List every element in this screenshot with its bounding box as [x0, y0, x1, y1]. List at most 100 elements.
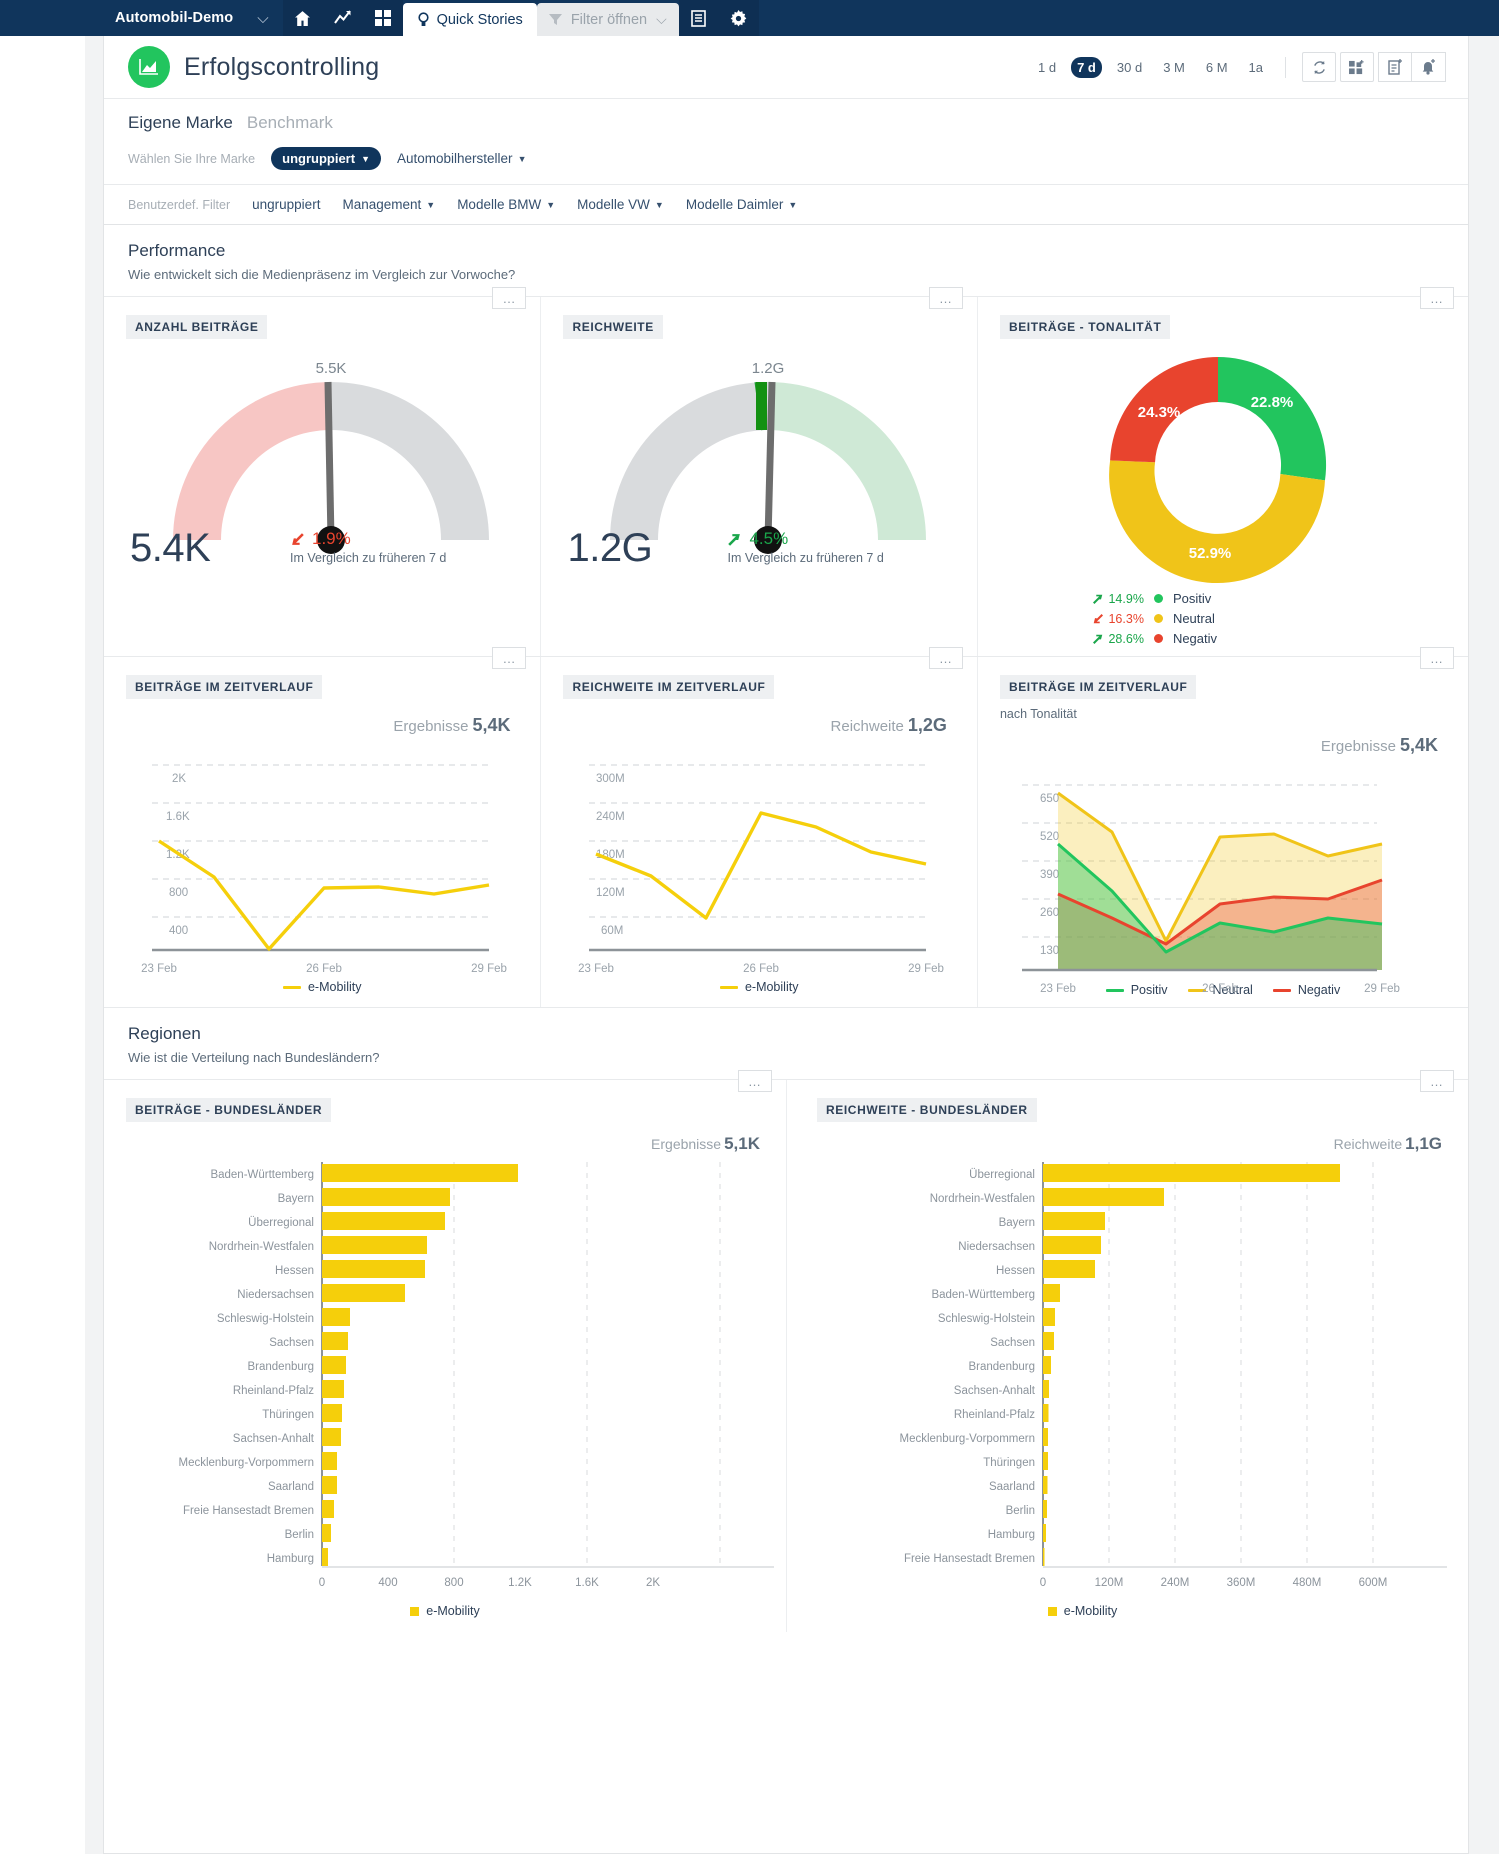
bar-label-berlin: Berlin — [1006, 1505, 1035, 1517]
custom-filter-modelle-vw[interactable]: Modelle VW ▼ — [577, 197, 664, 212]
dashboard-header: Erfolgscontrolling 1 d 7 d 30 d 3 M 6 M … — [104, 36, 1468, 99]
refresh-button[interactable] — [1302, 52, 1336, 82]
xtick-0: 0 — [1040, 1577, 1046, 1589]
legend-name-positiv[interactable]: Positiv — [1173, 591, 1211, 606]
widget-beitraege-tonalitaet-zeitverlauf: … BEITRÄGE IM ZEITVERLAUF nach Tonalität… — [976, 647, 1468, 1007]
xtick-23-feb: 23 Feb — [141, 963, 177, 975]
widget-menu-dots[interactable]: … — [1419, 287, 1454, 309]
range-1a[interactable]: 1a — [1243, 57, 1269, 78]
time-range-selector[interactable]: 1 d 7 d 30 d 3 M 6 M 1a — [1032, 56, 1286, 78]
widget-beitraege-bundeslaender: … BEITRÄGE - BUNDESLÄNDER Ergebnisse 5,1K… — [104, 1070, 786, 1632]
brand-filter-row: Wählen Sie Ihre Marke ungruppiert ▼ Auto… — [104, 133, 1468, 185]
group-pill-ungruppiert[interactable]: ungruppiert ▼ — [271, 147, 381, 170]
ytick-520: 520 — [1040, 831, 1059, 843]
bar-label-sachsen: Sachsen — [990, 1337, 1035, 1349]
legend-label-e-mobility: e-Mobility — [426, 1604, 480, 1618]
gauge-reichweite: 1.2G 1.2G 4.5% Im Vergleich zu früheren … — [541, 345, 976, 595]
page-background: Erfolgscontrolling 1 d 7 d 30 d 3 M 6 M … — [85, 36, 1499, 1854]
widget-menu-dots[interactable]: … — [928, 647, 963, 669]
bar-label-baden-wuerttemberg: Baden-Württemberg — [210, 1169, 314, 1181]
add-widget-button[interactable] — [1340, 52, 1374, 82]
widget-reichweite-bundeslaender: … REICHWEITE - BUNDESLÄNDER Reichweite 1,… — [786, 1070, 1468, 1632]
dashboard-sheet: Erfolgscontrolling 1 d 7 d 30 d 3 M 6 M … — [103, 36, 1469, 1854]
bar-series-e-mobility — [322, 1164, 518, 1566]
bar-label-nordrhein-westfalen: Nordrhein-Westfalen — [930, 1193, 1035, 1205]
results-label-tonality-time: Ergebnisse 5,4K — [1321, 735, 1438, 756]
widget-menu-dots[interactable]: … — [1419, 647, 1454, 669]
bar-label-sachsen-anhalt: Sachsen-Anhalt — [233, 1433, 315, 1445]
trend-chart-icon[interactable] — [323, 0, 363, 36]
regions-row: … BEITRÄGE - BUNDESLÄNDER Ergebnisse 5,1K… — [104, 1070, 1468, 1632]
new-report-button[interactable] — [1378, 52, 1412, 82]
chevron-down-icon: ▼ — [517, 153, 527, 164]
bar-label-brandenburg: Brandenburg — [248, 1361, 315, 1373]
legend-delta-negativ: 28.6% — [1108, 631, 1144, 646]
legend-row-negativ: 28.6% Negativ — [1086, 631, 1468, 646]
app-title: Automobil-Demo — [115, 10, 234, 26]
xtick-26-feb: 26 Feb — [306, 963, 342, 975]
xtick-360m: 360M — [1227, 1577, 1256, 1589]
results-label-reach-bars: Reichweite 1,1G — [787, 1134, 1468, 1154]
legend-item-e-mobility[interactable]: e-Mobility — [1047, 1604, 1117, 1618]
widget-title-tonalitaet: BEITRÄGE - TONALITÄT — [999, 315, 1171, 339]
alert-button[interactable] — [1412, 52, 1446, 82]
bar-label-thueringen: Thüringen — [983, 1457, 1035, 1469]
bar-label-sachsen-anhalt: Sachsen-Anhalt — [954, 1385, 1036, 1397]
custom-filter-management[interactable]: Management ▼ — [342, 197, 435, 212]
bar-chart-reichweite-bundeslaender: Überregional Nordrhein-Westfalen Bayern … — [899, 1162, 1447, 1589]
widget-menu-dots[interactable]: … — [1420, 1070, 1454, 1092]
xtick-29-feb: 29 Feb — [909, 963, 945, 975]
results-text: Reichweite — [1333, 1136, 1403, 1152]
bar-label-thueringen: Thüringen — [262, 1409, 314, 1421]
arrow-down-right-icon — [292, 532, 304, 545]
document-icon[interactable] — [679, 0, 719, 36]
legend-item-e-mobility[interactable]: e-Mobility — [410, 1604, 480, 1618]
home-icon[interactable] — [283, 0, 323, 36]
widget-menu-dots[interactable]: … — [738, 1070, 772, 1092]
settings-gear-icon[interactable] — [719, 0, 759, 36]
custom-filter-row: Benutzerdef. Filter ungruppiert Manageme… — [104, 185, 1468, 225]
filter-open-control[interactable]: Filter öffnen ⌵ — [536, 3, 679, 36]
bar-label-schleswig-holstein: Schleswig-Holstein — [217, 1313, 314, 1325]
widget-title-reichweite-zeitverlauf: REICHWEITE IM ZEITVERLAUF — [563, 675, 775, 699]
range-3m[interactable]: 3 M — [1157, 57, 1191, 78]
filter-chevron-down-icon[interactable]: ⌵ — [656, 11, 667, 28]
range-6m[interactable]: 6 M — [1200, 57, 1234, 78]
xtick-600m: 600M — [1359, 1577, 1388, 1589]
tab-quick-stories[interactable]: Quick Stories — [402, 3, 537, 36]
tab-benchmark[interactable]: Benchmark — [247, 113, 333, 133]
results-text: Ergebnisse — [651, 1136, 722, 1152]
custom-filter-modelle-daimler-label: Modelle Daimler — [685, 197, 784, 212]
legend-name-negativ[interactable]: Negativ — [1173, 631, 1217, 646]
funnel-icon — [548, 14, 562, 25]
app-switcher-chevron-icon[interactable]: ⌵ — [243, 0, 282, 36]
legend-dot-negativ — [1153, 634, 1163, 643]
ytick-650: 650 — [1040, 793, 1059, 805]
bar-label-hamburg: Hamburg — [988, 1529, 1035, 1541]
results-label-posts-time: Ergebnisse 5,4K — [393, 715, 510, 736]
widget-menu-dots[interactable]: … — [492, 287, 527, 309]
dropdown-automobilhersteller[interactable]: Automobilhersteller ▼ — [397, 151, 526, 166]
bar-label-freie-hansestadt-bremen: Freie Hansestadt Bremen — [904, 1553, 1035, 1565]
widget-title-beitraege-zeitverlauf: BEITRÄGE IM ZEITVERLAUF — [126, 675, 323, 699]
widget-title-anzahl-beitraege: ANZAHL BEITRÄGE — [126, 315, 268, 339]
bar-label-niedersachsen: Niedersachsen — [958, 1241, 1035, 1253]
range-7d[interactable]: 7 d — [1071, 56, 1102, 78]
widget-menu-dots[interactable]: … — [492, 647, 527, 669]
custom-filter-ungruppiert-label: ungruppiert — [252, 197, 321, 212]
widget-menu-dots[interactable]: … — [928, 287, 963, 309]
xtick-29-feb: 29 Feb — [471, 963, 507, 975]
custom-filter-modelle-daimler[interactable]: Modelle Daimler ▼ — [686, 197, 797, 212]
range-1d[interactable]: 1 d — [1032, 57, 1062, 78]
group-pill-label: ungruppiert — [282, 151, 356, 166]
custom-filter-ungruppiert[interactable]: ungruppiert — [252, 197, 320, 212]
arrow-down-right-icon — [1094, 613, 1104, 623]
gauge-value-posts: 5.4K — [130, 526, 211, 570]
custom-filter-modelle-bmw[interactable]: Modelle BMW ▼ — [457, 197, 555, 212]
widget-anzahl-beitraege: … ANZAHL BEITRÄGE 5.5K 5.4K 1.9% Im Verg… — [104, 287, 540, 656]
legend-name-neutral[interactable]: Neutral — [1173, 611, 1215, 626]
grid-icon[interactable] — [363, 0, 403, 36]
tab-eigene-marke[interactable]: Eigene Marke — [128, 113, 233, 133]
gauge-delta-posts-value: 1.9% — [312, 529, 351, 548]
range-30d[interactable]: 30 d — [1111, 57, 1148, 78]
